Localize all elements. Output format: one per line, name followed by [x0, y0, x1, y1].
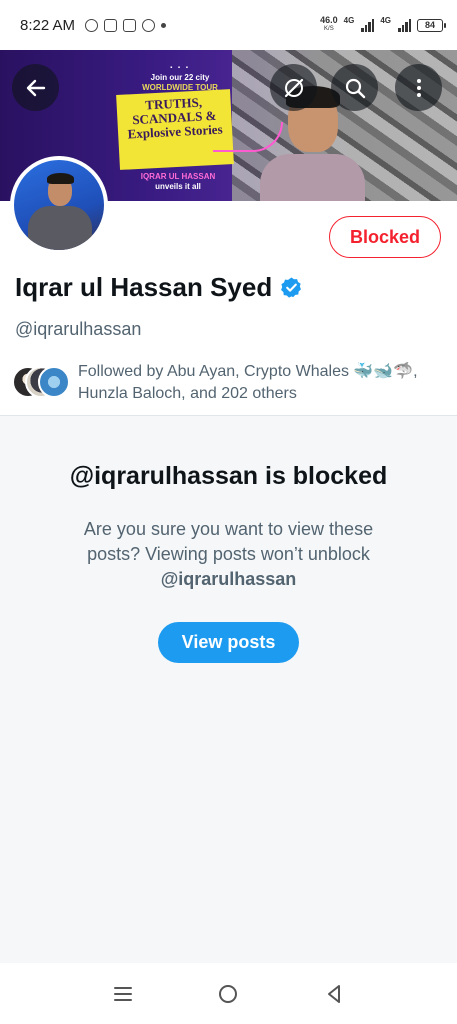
search-icon — [345, 78, 365, 98]
battery-icon: 84 — [417, 18, 446, 32]
follower-avatars — [12, 366, 74, 398]
network-type-2: 4G — [380, 16, 391, 25]
profile-name: Iqrar ul Hassan Syed — [15, 272, 303, 303]
grok-button[interactable] — [270, 64, 317, 111]
blocked-notice-description: Are you sure you want to view these post… — [60, 517, 397, 592]
verified-badge-icon[interactable] — [280, 276, 303, 299]
system-indicators: 46.0 K/S 4G 4G 84 — [320, 15, 446, 34]
profile-avatar[interactable] — [10, 156, 108, 254]
notification-icons — [85, 18, 167, 32]
signal-icon — [361, 18, 375, 32]
follower-avatar — [38, 366, 70, 398]
followed-by-text: Followed by Abu Ayan, Crypto Whales 🐳🐋🦈,… — [78, 363, 418, 402]
arrow-left-icon — [26, 79, 45, 96]
followed-by-row[interactable]: Followed by Abu Ayan, Crypto Whales 🐳🐋🦈,… — [12, 361, 442, 405]
signal-icon-2 — [398, 18, 411, 32]
back-nav-button[interactable] — [314, 974, 354, 1014]
profile-handle: @iqrarulhassan — [15, 319, 142, 339]
system-navigation-bar — [0, 963, 457, 1024]
banner-name-text: IQRAR UL HASSAN unveils it all — [140, 172, 216, 191]
network-speed: 46.0 K/S — [320, 15, 338, 33]
recent-apps-button[interactable] — [103, 974, 143, 1014]
more-vertical-icon — [416, 78, 421, 97]
banner-tour-text: ▪ ▪ ▪ Join our 22 city WORLDWIDE TOUR — [142, 65, 218, 92]
notification-app-icon — [104, 18, 118, 32]
status-bar: 8:22 AM 46.0 K/S 4G 4G 84 — [0, 0, 457, 50]
network-type-1: 4G — [343, 16, 355, 25]
blocked-button[interactable]: Blocked — [329, 216, 441, 258]
more-notifications-dot-icon — [161, 22, 167, 28]
status-time: 8:22 AM — [20, 16, 76, 34]
blocked-notice-title: @iqrarulhassan is blocked — [69, 462, 388, 490]
more-options-button[interactable] — [395, 64, 442, 111]
slash-circle-icon — [284, 78, 303, 97]
triangle-back-icon — [328, 984, 341, 1003]
menu-lines-icon — [113, 986, 132, 1001]
view-posts-button[interactable]: View posts — [158, 622, 299, 663]
home-circle-icon — [219, 984, 238, 1003]
blocked-notice-handle: @iqrarulhassan — [160, 569, 297, 589]
instagram-icon — [123, 18, 137, 32]
back-button[interactable] — [12, 64, 59, 111]
blocked-notice-panel — [0, 416, 457, 963]
whatsapp-icon — [85, 18, 99, 32]
home-button[interactable] — [208, 974, 248, 1014]
search-button[interactable] — [331, 64, 378, 111]
snapchat-icon — [142, 18, 156, 32]
